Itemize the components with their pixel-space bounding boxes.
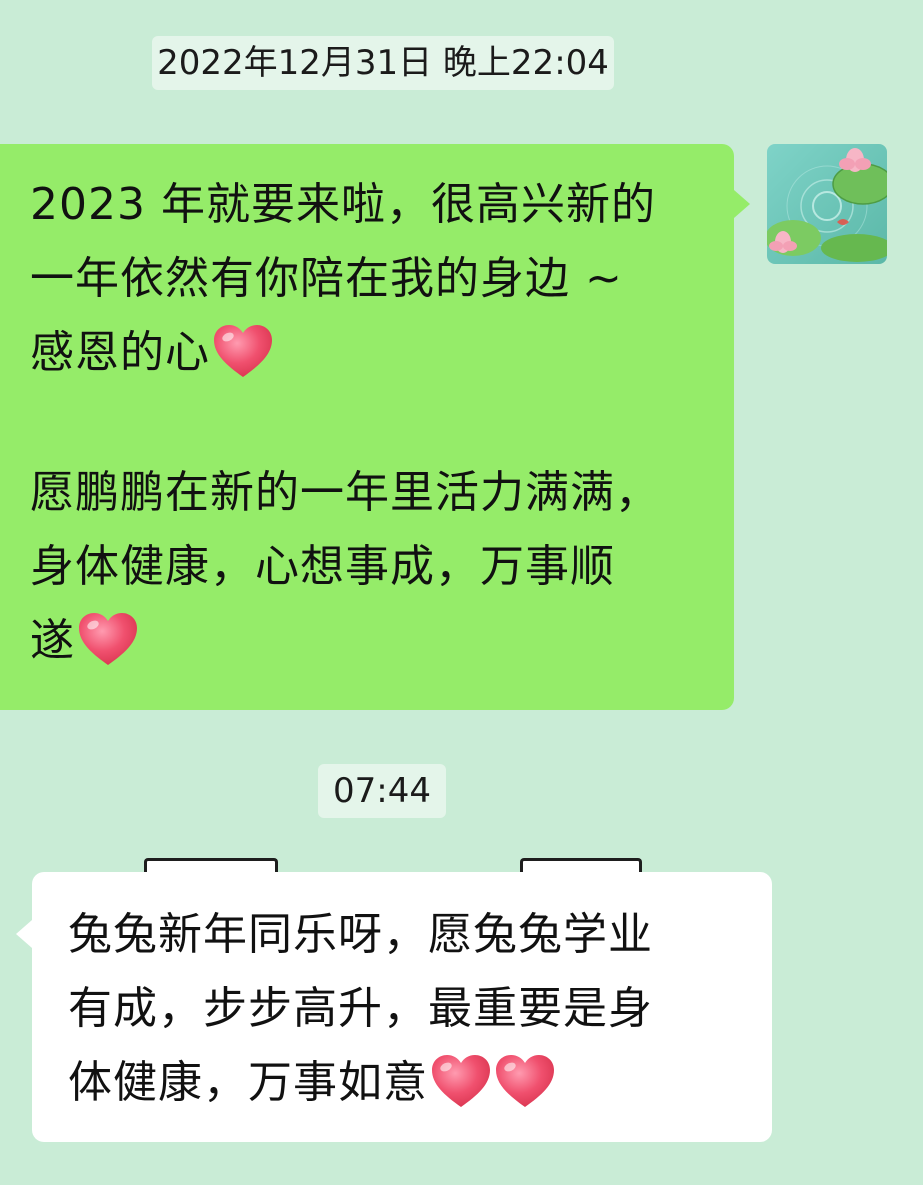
- sent-message-bubble[interactable]: 2023 年就要来啦，很高兴新的 一年依然有你陪在我的身边 ~ 感恩的心 愿鹏鹏…: [0, 144, 750, 710]
- user-avatar[interactable]: [767, 144, 887, 264]
- heart-emoji-icon: [77, 611, 139, 667]
- message-line: 2023 年就要来啦，很高兴新的: [30, 179, 656, 230]
- chat-timestamp: 2022年12月31日 晚上22:04: [152, 36, 614, 90]
- message-line: 有成，步步高升，最重要是身: [68, 983, 653, 1034]
- message-text: 感恩的心: [30, 327, 210, 378]
- timestamp-text: 2022年12月31日 晚上22:04: [157, 43, 609, 83]
- heart-emoji-icon: [494, 1053, 556, 1109]
- message-line: 感恩的心: [30, 316, 734, 390]
- chat-timestamp: 07:44: [318, 764, 446, 818]
- heart-emoji-icon: [212, 323, 274, 379]
- message-text: 体健康，万事如意: [68, 1057, 428, 1108]
- message-line: 兔兔新年同乐呀，愿兔兔学业: [68, 909, 653, 960]
- message-line: 体健康，万事如意: [68, 1046, 772, 1120]
- heart-emoji-icon: [430, 1053, 492, 1109]
- message-line: 一年依然有你陪在我的身边 ~: [30, 253, 623, 304]
- message-line: 身体健康，心想事成，万事顺: [30, 541, 615, 592]
- message-text: 遂: [30, 615, 75, 666]
- received-message-bubble[interactable]: 兔兔新年同乐呀，愿兔兔学业 有成，步步高升，最重要是身 体健康，万事如意: [16, 872, 772, 1142]
- message-line: 愿鹏鹏在新的一年里活力满满，: [30, 467, 660, 518]
- lotus-pond-avatar-icon: [767, 144, 887, 264]
- timestamp-text: 07:44: [333, 771, 431, 811]
- message-line: 遂: [30, 604, 734, 678]
